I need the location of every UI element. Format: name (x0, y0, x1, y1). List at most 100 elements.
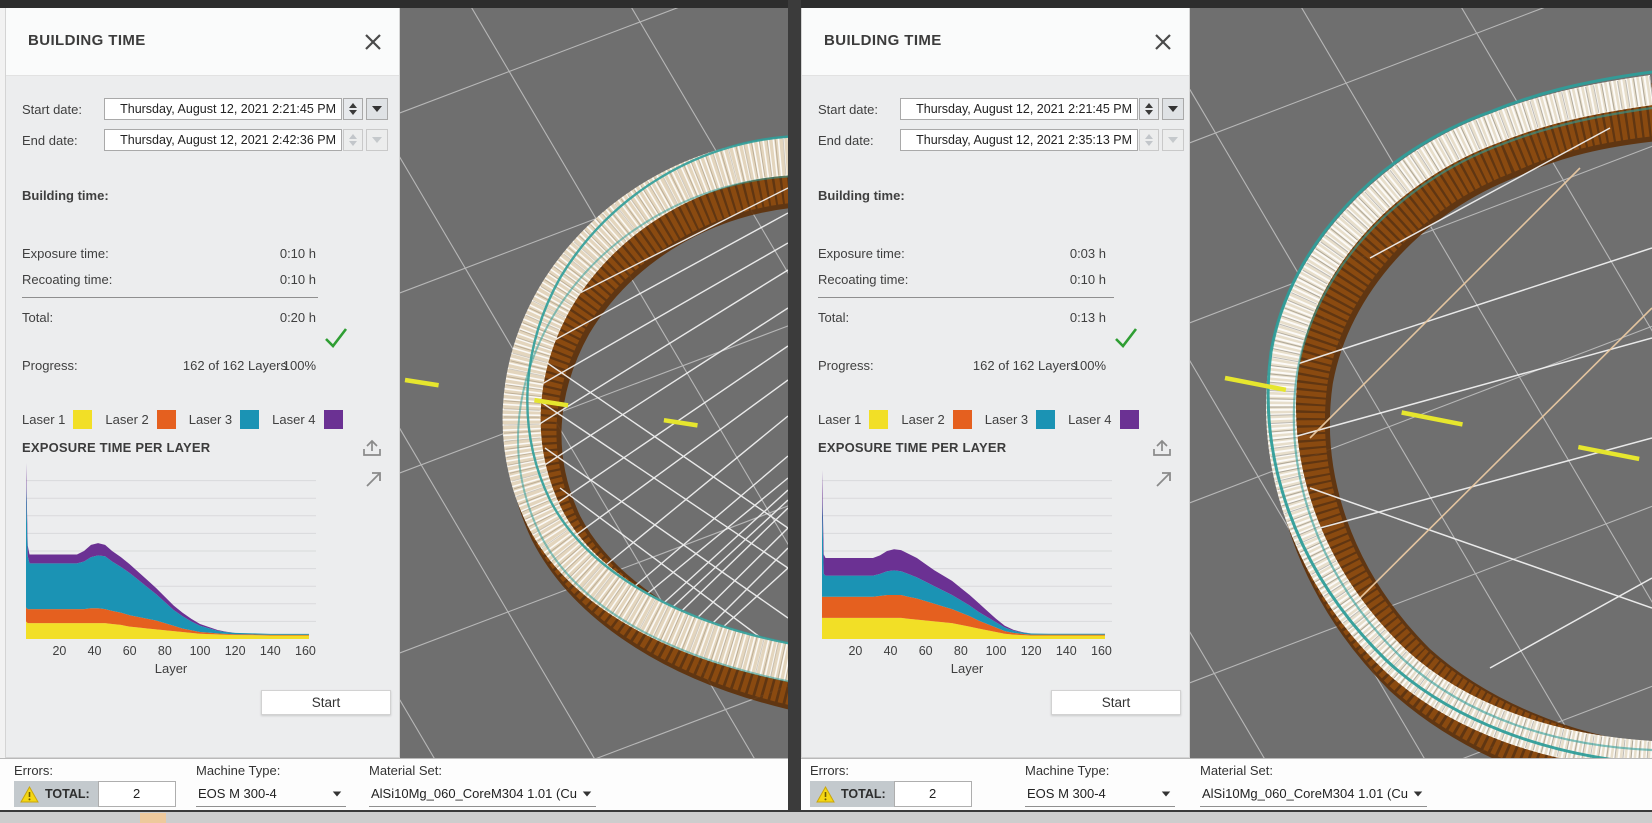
start-date-label: Start date: (818, 102, 878, 117)
recoating-time-label: Recoating time: (818, 272, 908, 287)
x-tick-label: 20 (52, 644, 66, 658)
legend-item-laser4: Laser 4 (272, 410, 342, 429)
start-date-label: Start date: (22, 102, 82, 117)
end-date-label: End date: (818, 133, 874, 148)
end-date-dropdown-icon (366, 129, 388, 151)
x-tick-label: 100 (190, 644, 211, 658)
3d-scene-right (1190, 8, 1652, 758)
laser3-swatch (240, 410, 259, 429)
exposure-time-chart (26, 462, 316, 640)
material-set-select[interactable]: AlSi10Mg_060_CoreM304 1.01 (Cu (1200, 783, 1427, 807)
dialog-header: BUILDING TIME (6, 8, 399, 76)
exposure-time-label: Exposure time: (22, 246, 109, 261)
end-date-field[interactable]: Thursday, August 12, 2021 2:42:36 PM (104, 129, 342, 151)
start-button[interactable]: Start (261, 690, 391, 715)
dialog-header: BUILDING TIME (802, 8, 1189, 76)
total-label: TOTAL: (841, 787, 886, 801)
chart-title: EXPOSURE TIME PER LAYER (818, 440, 1006, 455)
end-date-dropdown-icon (1162, 129, 1184, 151)
errors-label: Errors: (810, 763, 849, 778)
laser4-label: Laser 4 (272, 412, 315, 427)
laser-legend: Laser 1 Laser 2 Laser 3 Laser 4 (818, 410, 1139, 429)
total-divider (818, 297, 1114, 298)
material-set-value: AlSi10Mg_060_CoreM304 1.01 (Cu (1202, 786, 1408, 801)
viewport-3d-right[interactable] (1190, 8, 1652, 758)
x-tick-label: 40 (884, 644, 898, 658)
dialog-title: BUILDING TIME (28, 32, 146, 49)
total-value: 0:13 h (1070, 310, 1106, 325)
end-date-label: End date: (22, 133, 78, 148)
laser1-swatch (73, 410, 92, 429)
error-count-field[interactable]: 2 (894, 781, 972, 807)
warning-icon (20, 786, 39, 803)
expand-chart-icon[interactable] (1153, 468, 1175, 490)
laser1-label: Laser 1 (22, 412, 65, 427)
laser2-label: Laser 2 (901, 412, 944, 427)
recoating-time-value: 0:10 h (280, 272, 316, 287)
machine-type-label: Machine Type: (196, 763, 280, 778)
building-time-section-label: Building time: (818, 188, 905, 203)
x-tick-label: 120 (1021, 644, 1042, 658)
background-app-fragment (140, 813, 166, 823)
success-check-icon (1113, 326, 1139, 350)
close-icon[interactable] (361, 30, 385, 54)
building-time-section-label: Building time: (22, 188, 109, 203)
export-chart-icon[interactable] (1151, 438, 1173, 460)
x-tick-label: 160 (1091, 644, 1112, 658)
start-date-dropdown-icon[interactable] (1162, 98, 1184, 120)
dialog-title: BUILDING TIME (824, 32, 942, 49)
start-button[interactable]: Start (1051, 690, 1181, 715)
viewport-3d-left[interactable] (400, 8, 788, 758)
chart-x-axis: 20406080100120140160 (822, 644, 1112, 660)
laser4-swatch (324, 410, 343, 429)
machine-type-value: EOS M 300-4 (198, 786, 277, 801)
machine-type-label: Machine Type: (1025, 763, 1109, 778)
exposure-time-value: 0:03 h (1070, 246, 1106, 261)
laser3-label: Laser 3 (985, 412, 1028, 427)
end-date-field[interactable]: Thursday, August 12, 2021 2:35:13 PM (900, 129, 1138, 151)
legend-item-laser2: Laser 2 (105, 410, 175, 429)
start-date-field[interactable]: Thursday, August 12, 2021 2:21:45 PM (900, 98, 1138, 120)
top-window-strip (0, 0, 1652, 8)
end-date-spinner (343, 129, 363, 151)
legend-item-laser3: Laser 3 (189, 410, 259, 429)
machine-type-select[interactable]: EOS M 300-4 (1025, 783, 1175, 807)
expand-chart-icon[interactable] (363, 468, 385, 490)
chevron-down-icon (1162, 791, 1171, 796)
material-set-label: Material Set: (369, 763, 442, 778)
exposure-time-label: Exposure time: (818, 246, 905, 261)
start-date-spinner[interactable] (1139, 98, 1159, 120)
screenshot-divider (788, 0, 801, 823)
bottom-window-strip (0, 810, 1652, 823)
machine-type-value: EOS M 300-4 (1027, 786, 1106, 801)
x-tick-label: 80 (158, 644, 172, 658)
progress-layers: 162 of 162 Layers (973, 358, 1077, 373)
x-tick-label: 140 (1056, 644, 1077, 658)
status-bar-right: Errors: TOTAL: 2 Machine Type: EOS M 300… (801, 758, 1652, 810)
x-tick-label: 100 (986, 644, 1007, 658)
progress-layers: 162 of 162 Layers (183, 358, 287, 373)
x-tick-label: 80 (954, 644, 968, 658)
chart-title: EXPOSURE TIME PER LAYER (22, 440, 210, 455)
machine-type-select[interactable]: EOS M 300-4 (196, 783, 346, 807)
start-date-spinner[interactable] (343, 98, 363, 120)
end-date-spinner (1139, 129, 1159, 151)
screen: BUILDING TIME Start date: Thursday, Augu… (0, 0, 1652, 823)
3d-scene-left (400, 8, 788, 758)
start-date-dropdown-icon[interactable] (366, 98, 388, 120)
laser2-label: Laser 2 (105, 412, 148, 427)
x-tick-label: 120 (225, 644, 246, 658)
total-value: 0:20 h (280, 310, 316, 325)
chart-x-axis: 20406080100120140160 (26, 644, 316, 660)
building-time-dialog-right: BUILDING TIME Start date: Thursday, Augu… (801, 8, 1190, 758)
legend-item-laser4: Laser 4 (1068, 410, 1138, 429)
start-date-field[interactable]: Thursday, August 12, 2021 2:21:45 PM (104, 98, 342, 120)
laser-legend: Laser 1 Laser 2 Laser 3 Laser 4 (22, 410, 343, 429)
material-set-select[interactable]: AlSi10Mg_060_CoreM304 1.01 (Cu (369, 783, 596, 807)
warning-box: TOTAL: (14, 781, 98, 807)
export-chart-icon[interactable] (361, 438, 383, 460)
progress-label: Progress: (818, 358, 874, 373)
close-icon[interactable] (1151, 30, 1175, 54)
error-count-field[interactable]: 2 (98, 781, 176, 807)
legend-item-laser1: Laser 1 (818, 410, 888, 429)
